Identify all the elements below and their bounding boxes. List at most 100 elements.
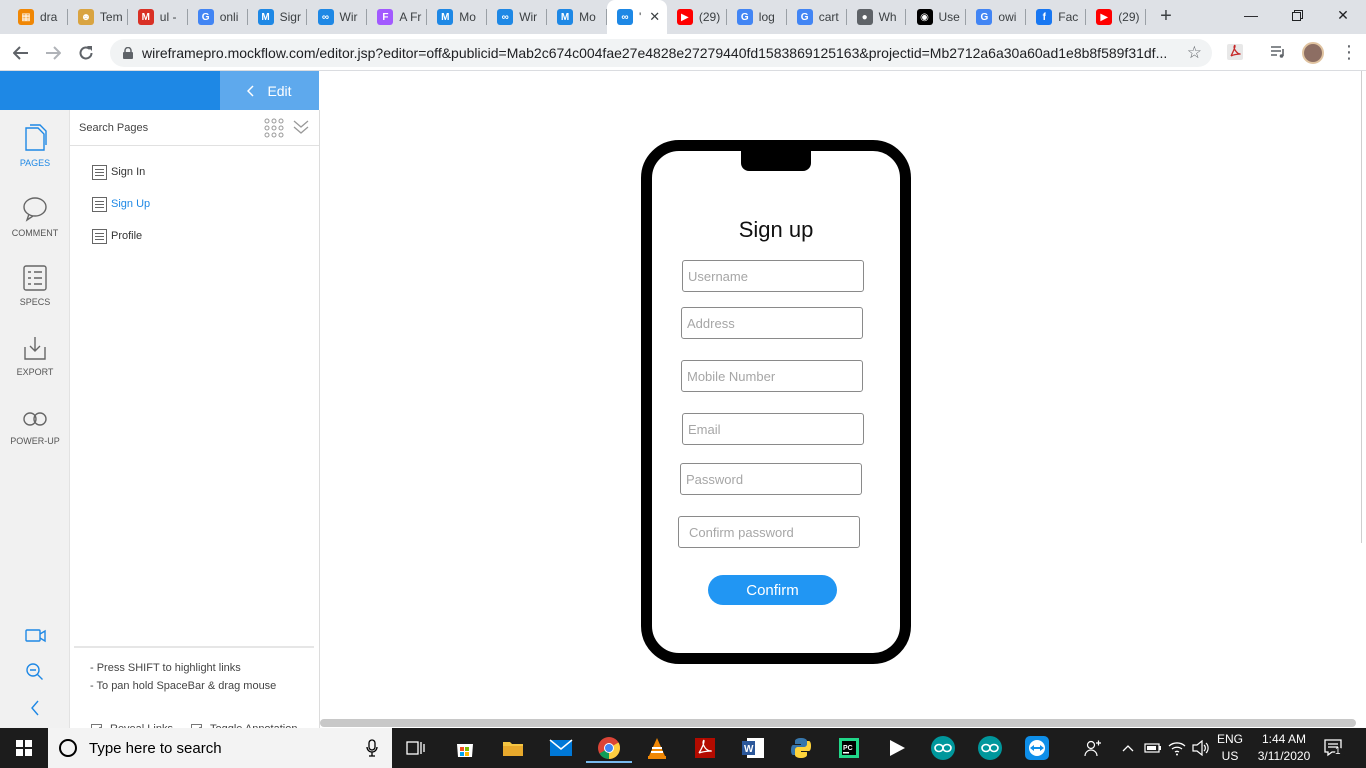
battery-icon[interactable] xyxy=(1144,728,1162,768)
browser-tab[interactable]: ▦ dra xyxy=(8,0,68,34)
media-controls-icon[interactable] xyxy=(1269,43,1287,61)
horizontal-scrollbar[interactable] xyxy=(320,719,1356,727)
tab-title: onli xyxy=(219,10,239,24)
action-center-button[interactable]: 1 xyxy=(1324,728,1346,768)
store-icon[interactable] xyxy=(450,733,480,763)
pycharm-icon[interactable]: PC xyxy=(834,733,864,763)
browser-tab[interactable]: ▶ (29) xyxy=(667,0,727,34)
vertical-scrollbar[interactable] xyxy=(1361,71,1362,543)
rail-pages[interactable]: PAGES xyxy=(0,124,70,168)
browser-tab[interactable]: M Mo xyxy=(427,0,488,34)
password-field[interactable] xyxy=(680,463,862,495)
browser-tab[interactable]: M Sigr xyxy=(248,0,308,34)
chevron-double-down-icon[interactable] xyxy=(293,120,309,134)
google-icon: G xyxy=(976,9,993,25)
new-tab-button[interactable]: + xyxy=(1154,5,1178,29)
input-language-indicator[interactable]: ENG US xyxy=(1217,731,1243,765)
lock-icon xyxy=(123,47,133,59)
tab-title: owi xyxy=(998,10,1017,24)
forward-button[interactable] xyxy=(40,40,66,66)
arduino-icon[interactable] xyxy=(928,733,958,763)
taskbar-clock[interactable]: 1:44 AM 3/11/2020 xyxy=(1252,731,1316,765)
rail-export[interactable]: EXPORT xyxy=(0,335,70,377)
rail-specs[interactable]: SPECS xyxy=(0,265,70,307)
wireframe-canvas[interactable]: Sign up Confirm xyxy=(320,71,1366,728)
browser-tab[interactable]: ∞ Wir xyxy=(487,0,548,34)
edit-button[interactable]: Edit xyxy=(220,71,319,110)
python-icon[interactable] xyxy=(786,733,816,763)
arduino-icon-2[interactable] xyxy=(975,733,1005,763)
acrobat-icon[interactable] xyxy=(690,733,720,763)
browser-tab[interactable]: ● Wh xyxy=(847,0,907,34)
grid-view-icon[interactable] xyxy=(264,118,284,138)
teamviewer-icon[interactable] xyxy=(1022,733,1052,763)
people-icon[interactable] xyxy=(1084,728,1102,768)
vlc-icon[interactable] xyxy=(642,733,672,763)
rail-comment[interactable]: COMMENT xyxy=(0,196,70,238)
back-button[interactable] xyxy=(8,40,34,66)
username-field[interactable] xyxy=(682,260,864,292)
browser-tab[interactable]: ◉ Use xyxy=(907,0,967,34)
panel-divider xyxy=(74,646,314,648)
tab-title: (29) xyxy=(698,10,721,24)
address-bar[interactable]: wireframepro.mockflow.com/editor.jsp?edi… xyxy=(110,39,1212,67)
drawio-icon: ▦ xyxy=(18,9,34,25)
profile-avatar[interactable] xyxy=(1302,42,1324,64)
browser-tab[interactable]: Gonli xyxy=(188,0,248,34)
page-item-sign-up[interactable]: Sign Up xyxy=(92,195,150,213)
browser-tab[interactable]: ☻ Tem xyxy=(68,0,128,34)
video-icon[interactable] xyxy=(25,627,47,643)
confirm-password-field[interactable] xyxy=(678,516,860,548)
collapse-panel-icon[interactable] xyxy=(30,700,40,716)
windows-logo-icon xyxy=(16,740,32,756)
browser-menu-icon[interactable]: ⋮ xyxy=(1340,42,1358,62)
bookmark-star-icon[interactable]: ☆ xyxy=(1187,43,1202,63)
volume-icon[interactable] xyxy=(1192,728,1210,768)
word-icon[interactable]: W xyxy=(738,733,768,763)
reload-button[interactable] xyxy=(73,40,99,66)
rail-power-up[interactable]: POWER-UP xyxy=(0,408,70,446)
browser-tab[interactable]: M Mo xyxy=(547,0,607,34)
tab-title: Tem xyxy=(99,10,123,24)
start-button[interactable] xyxy=(0,728,48,768)
show-hidden-icons[interactable] xyxy=(1122,728,1134,768)
mobile-number-field[interactable] xyxy=(681,360,863,392)
browser-tab[interactable]: ∞ Wir xyxy=(308,0,368,34)
wifi-icon[interactable] xyxy=(1168,728,1186,768)
comment-icon xyxy=(23,197,47,222)
page-item-sign-in[interactable]: Sign In xyxy=(92,163,145,181)
restore-button[interactable] xyxy=(1274,0,1320,30)
email-field[interactable] xyxy=(682,413,864,445)
task-view-icon[interactable] xyxy=(401,733,431,763)
mockflow-icon: M xyxy=(257,9,274,25)
file-explorer-icon[interactable] xyxy=(498,733,528,763)
cortana-icon xyxy=(59,739,77,757)
browser-toolbar: wireframepro.mockflow.com/editor.jsp?edi… xyxy=(0,34,1366,71)
mockflow-infinity-icon: ∞ xyxy=(617,9,633,25)
tab-title: dra xyxy=(40,10,58,24)
media-player-icon[interactable] xyxy=(882,733,912,763)
minimize-button[interactable]: — xyxy=(1228,0,1274,30)
chrome-icon[interactable] xyxy=(586,733,632,763)
search-pages-input[interactable] xyxy=(79,119,254,137)
microphone-icon[interactable] xyxy=(366,739,378,757)
taskbar-search-box[interactable]: Type here to search xyxy=(48,728,392,768)
browser-tab[interactable]: Gcart xyxy=(787,0,847,34)
browser-tab[interactable]: Glog xyxy=(727,0,787,34)
browser-tab[interactable]: Gowi xyxy=(966,0,1027,34)
close-window-button[interactable]: ✕ xyxy=(1320,0,1366,30)
gmail-icon: M xyxy=(137,9,154,25)
zoom-icon[interactable] xyxy=(26,663,44,681)
browser-tab[interactable]: ∞ ' ✕ xyxy=(607,0,667,34)
browser-tab[interactable]: F A Fr xyxy=(367,0,428,34)
export-icon xyxy=(24,337,46,360)
page-item-profile[interactable]: Profile xyxy=(92,227,142,245)
mail-icon[interactable] xyxy=(546,733,576,763)
confirm-button[interactable]: Confirm xyxy=(708,575,837,605)
browser-tab[interactable]: Mul - xyxy=(128,0,188,34)
address-field[interactable] xyxy=(681,307,863,339)
close-tab-icon[interactable]: ✕ xyxy=(649,9,660,25)
pdf-extension-icon[interactable] xyxy=(1226,43,1244,61)
browser-tab[interactable]: f Fac xyxy=(1026,0,1087,34)
browser-tab[interactable]: ▶ (29) xyxy=(1086,0,1147,34)
